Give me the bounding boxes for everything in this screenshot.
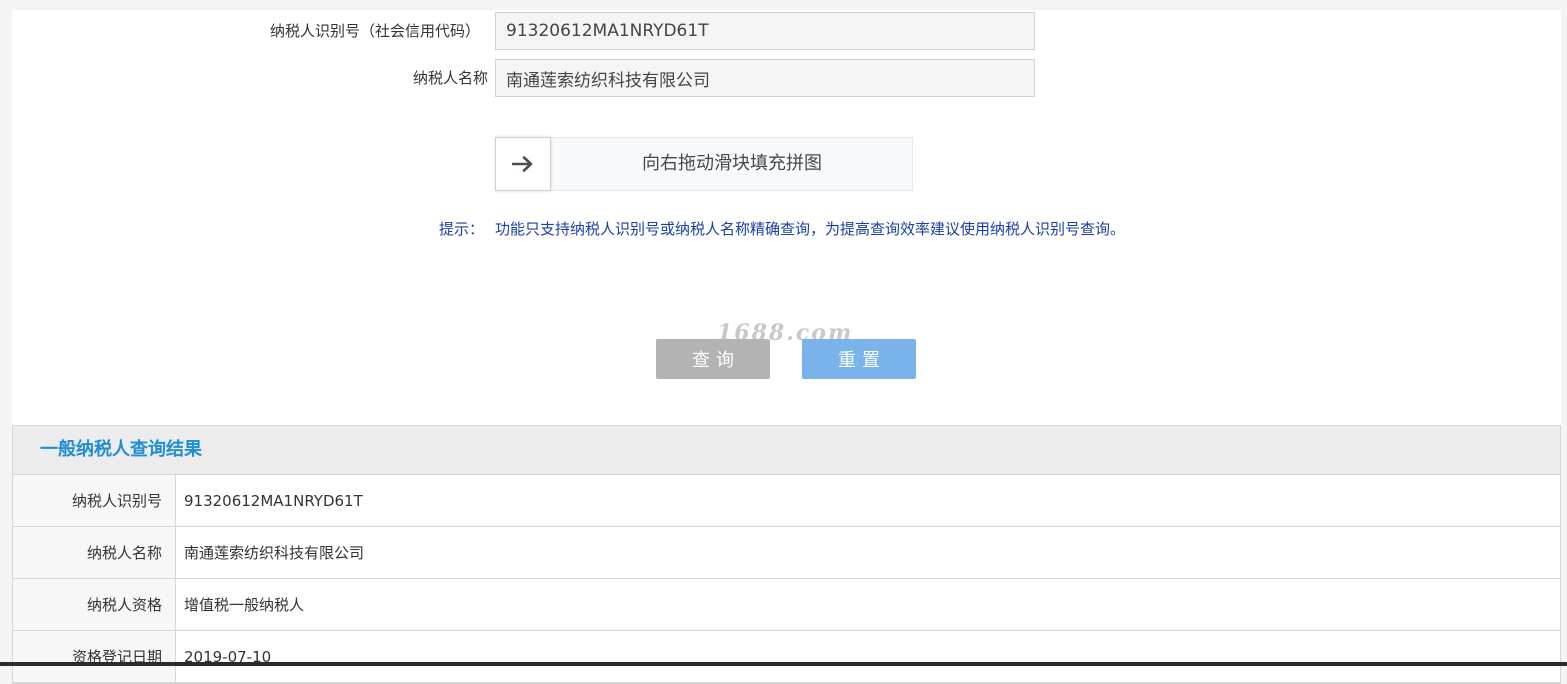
arrow-right-icon xyxy=(512,156,533,172)
captcha-slider: 向右拖动滑块填充拼图 xyxy=(495,137,913,191)
result-value: 南通莲索纺织科技有限公司 xyxy=(175,526,1560,579)
slider-handle[interactable] xyxy=(495,137,551,191)
taxpayer-id-label-box: 纳税人识别号（社会信用代码） xyxy=(12,12,488,50)
hint-label: 提示： xyxy=(439,220,485,238)
result-key: 纳税人名称 xyxy=(13,526,176,579)
taxpayer-id-label: 纳税人识别号（社会信用代码） xyxy=(269,22,480,40)
reset-button[interactable]: 重置 xyxy=(802,339,916,379)
window-bottom-bar xyxy=(0,662,1567,666)
query-panel: 纳税人识别号（社会信用代码） 纳税人名称 向右拖动滑块填充拼图 提示： 功能只支持… xyxy=(12,10,1561,684)
result-value: 91320612MA1NRYD61T xyxy=(175,475,1560,527)
result-title: 一般纳税人查询结果 xyxy=(13,426,1560,475)
hint-text: 功能只支持纳税人识别号或纳税人名称精确查询，为提高查询效率建议使用纳税人识别号查… xyxy=(495,220,1126,238)
result-key: 资格登记日期 xyxy=(13,630,176,683)
query-hint: 提示： 功能只支持纳税人识别号或纳税人名称精确查询，为提高查询效率建议使用纳税人识… xyxy=(439,218,1125,239)
table-row: 纳税人资格 增值税一般纳税人 xyxy=(13,578,1560,631)
result-key: 纳税人资格 xyxy=(13,578,176,631)
result-value: 增值税一般纳税人 xyxy=(175,578,1560,631)
taxpayer-name-input[interactable] xyxy=(495,59,1035,97)
result-panel: 一般纳税人查询结果 纳税人识别号 91320612MA1NRYD61T 纳税人名… xyxy=(12,425,1561,684)
result-key: 纳税人识别号 xyxy=(13,475,176,527)
result-value: 2019-07-10 xyxy=(175,630,1560,683)
table-row: 纳税人名称 南通莲索纺织科技有限公司 xyxy=(13,526,1560,579)
taxpayer-name-label-box: 纳税人名称 xyxy=(12,59,488,97)
table-row: 资格登记日期 2019-07-10 xyxy=(13,630,1560,683)
taxpayer-name-label: 纳税人名称 xyxy=(412,69,488,87)
taxpayer-id-input[interactable] xyxy=(495,12,1035,50)
slider-instruction: 向右拖动滑块填充拼图 xyxy=(642,153,822,174)
result-table: 纳税人识别号 91320612MA1NRYD61T 纳税人名称 南通莲索纺织科技… xyxy=(13,475,1560,683)
table-row: 纳税人识别号 91320612MA1NRYD61T xyxy=(13,475,1560,527)
query-button[interactable]: 查询 xyxy=(656,339,770,379)
